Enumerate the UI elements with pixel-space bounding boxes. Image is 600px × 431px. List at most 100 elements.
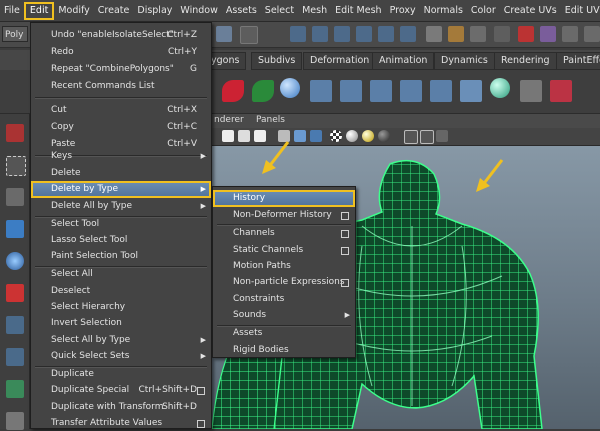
- show-hypershade-icon[interactable]: [518, 26, 534, 42]
- show-manipulator-icon[interactable]: [6, 380, 24, 398]
- shadows-icon[interactable]: [378, 130, 390, 142]
- menu-edit-uv[interactable]: Edit UV: [561, 2, 600, 20]
- hierarchy-icon-2[interactable]: [340, 80, 362, 102]
- menu-mesh[interactable]: Mesh: [298, 2, 331, 20]
- menu-edit[interactable]: Edit: [23, 1, 55, 20]
- option-box-icon[interactable]: [341, 212, 349, 220]
- delete-by-type-sounds[interactable]: Sounds ▶: [213, 307, 355, 323]
- menu-create-uvs[interactable]: Create UVs: [500, 2, 561, 20]
- textured-icon[interactable]: [330, 130, 342, 142]
- edit-menu-redo[interactable]: Redo Ctrl+Y: [31, 44, 211, 60]
- viewport-menu-panels[interactable]: Panels: [256, 115, 285, 125]
- snap-surface-icon[interactable]: [378, 26, 394, 42]
- light-all-icon[interactable]: [362, 130, 374, 142]
- delete-by-type-motion-paths[interactable]: Motion Paths: [213, 258, 355, 274]
- option-box-icon[interactable]: [197, 420, 205, 428]
- edit-menu-delete-by-type[interactable]: Delete by Type ▶: [31, 181, 211, 198]
- edit-menu-select-all-by-type[interactable]: Select All by Type ▶: [31, 332, 211, 348]
- ipr-render-icon[interactable]: [470, 26, 486, 42]
- edit-menu-select-tool[interactable]: Select Tool: [31, 216, 211, 232]
- edit-menu-select-all[interactable]: Select All: [31, 266, 211, 282]
- shaded-wireframe-icon[interactable]: [310, 130, 322, 142]
- edit-menu-select-hierarchy[interactable]: Select Hierarchy: [31, 299, 211, 315]
- manipulator-icon[interactable]: [6, 316, 24, 334]
- green-arrow-icon[interactable]: [252, 80, 274, 102]
- wireframe-toggle-icon[interactable]: [238, 130, 250, 142]
- viewport-menu-renderer[interactable]: nderer: [214, 115, 244, 125]
- shelf-tab-deformation[interactable]: Deformation: [303, 52, 377, 70]
- menu-edit-mesh[interactable]: Edit Mesh: [331, 2, 385, 20]
- rotate-tool-icon[interactable]: [6, 252, 24, 270]
- delete-by-type-non-deformer-history[interactable]: Non-Deformer History: [213, 207, 355, 223]
- shelf-tab-animation[interactable]: Animation: [372, 52, 435, 70]
- move-tool-icon[interactable]: [6, 220, 24, 238]
- option-box-icon[interactable]: [341, 279, 349, 287]
- red-arrow-icon[interactable]: [222, 80, 244, 102]
- select-by-object-icon[interactable]: [240, 26, 258, 44]
- scale-tool-icon[interactable]: [6, 284, 24, 302]
- shelf-tab-subdivs[interactable]: Subdivs: [251, 52, 303, 70]
- edit-menu-lasso-select-tool[interactable]: Lasso Select Tool: [31, 232, 211, 248]
- object-icon[interactable]: [460, 80, 482, 102]
- menu-create[interactable]: Create: [94, 2, 134, 20]
- edit-menu-cut[interactable]: Cut Ctrl+X: [31, 102, 211, 118]
- paint-select-icon[interactable]: [6, 188, 24, 206]
- edit-menu-duplicate[interactable]: Duplicate: [31, 366, 211, 382]
- menu-window[interactable]: Window: [176, 2, 221, 20]
- delete-by-type-static-channels[interactable]: Static Channels: [213, 242, 355, 258]
- shelf-tab-dynamics[interactable]: Dynamics: [434, 52, 495, 70]
- isolate-select-icon[interactable]: [404, 130, 418, 144]
- edit-menu-copy[interactable]: Copy Ctrl+C: [31, 119, 211, 135]
- snap-point-icon[interactable]: [334, 26, 350, 42]
- snap-plane-icon[interactable]: [356, 26, 372, 42]
- last-tool-icon[interactable]: [6, 412, 24, 430]
- option-box-icon[interactable]: [197, 387, 205, 395]
- edit-menu-delete[interactable]: Delete: [31, 165, 211, 181]
- toggle-panel-icon[interactable]: [540, 26, 556, 42]
- edit-menu-quick-select-sets[interactable]: Quick Select Sets ▶: [31, 348, 211, 364]
- grid-icon[interactable]: [222, 130, 234, 142]
- hierarchy-icon[interactable]: [310, 80, 332, 102]
- edit-menu-paint-selection-tool[interactable]: Paint Selection Tool: [31, 248, 211, 264]
- share-icon[interactable]: [436, 130, 448, 142]
- history-icon[interactable]: [426, 26, 442, 42]
- render-settings-icon[interactable]: [494, 26, 510, 42]
- paint-icon[interactable]: [550, 80, 572, 102]
- channel-box-icon[interactable]: [562, 26, 578, 42]
- delete-by-type-constraints[interactable]: Constraints: [213, 291, 355, 307]
- edit-menu-undo[interactable]: Undo "enableIsolateSelect" Ctrl+Z: [31, 27, 211, 43]
- select-by-hierarchy-icon[interactable]: [216, 26, 232, 42]
- menu-file[interactable]: File: [0, 2, 24, 20]
- edit-menu-delete-all-by-type[interactable]: Delete All by Type ▶: [31, 198, 211, 214]
- smooth-shade-icon[interactable]: [294, 130, 306, 142]
- edit-menu-duplicate-special[interactable]: Duplicate Special Ctrl+Shift+D: [31, 382, 211, 398]
- hierarchy-icon-3[interactable]: [370, 80, 392, 102]
- snap-view-icon[interactable]: [400, 26, 416, 42]
- delete-by-type-assets[interactable]: Assets: [213, 325, 355, 341]
- shelf-tab-rendering[interactable]: Rendering: [494, 52, 557, 70]
- teal-sphere-icon[interactable]: [490, 78, 510, 98]
- hierarchy-icon-5[interactable]: [430, 80, 452, 102]
- edit-menu-keys[interactable]: Keys ▶: [31, 148, 211, 164]
- delete-by-type-history[interactable]: History: [213, 190, 355, 207]
- menu-normals[interactable]: Normals: [420, 2, 467, 20]
- lasso-tool-icon[interactable]: [6, 156, 26, 176]
- edit-menu-invert-selection[interactable]: Invert Selection: [31, 315, 211, 331]
- option-box-icon[interactable]: [341, 247, 349, 255]
- menu-color[interactable]: Color: [467, 2, 500, 20]
- menu-proxy[interactable]: Proxy: [386, 2, 420, 20]
- mode-selector[interactable]: Poly: [2, 26, 28, 42]
- xray-icon[interactable]: [420, 130, 434, 144]
- sphere-icon[interactable]: [280, 78, 300, 98]
- delete-by-type-non-particle-expressions[interactable]: Non-particle Expressions: [213, 274, 355, 290]
- attribute-editor-icon[interactable]: [584, 26, 600, 42]
- edit-menu-deselect[interactable]: Deselect: [31, 283, 211, 299]
- delete-by-type-rigid-bodies[interactable]: Rigid Bodies: [213, 342, 355, 358]
- edit-menu-recent-commands[interactable]: Recent Commands List: [31, 78, 211, 94]
- menu-select[interactable]: Select: [261, 2, 298, 20]
- soft-mod-icon[interactable]: [6, 348, 24, 366]
- shelf-tab-painteffects[interactable]: PaintEffe: [556, 52, 600, 70]
- lighting-icon[interactable]: [346, 130, 358, 142]
- edit-menu-duplicate-with-transform[interactable]: Duplicate with Transform Shift+D: [31, 399, 211, 415]
- menu-assets[interactable]: Assets: [222, 2, 261, 20]
